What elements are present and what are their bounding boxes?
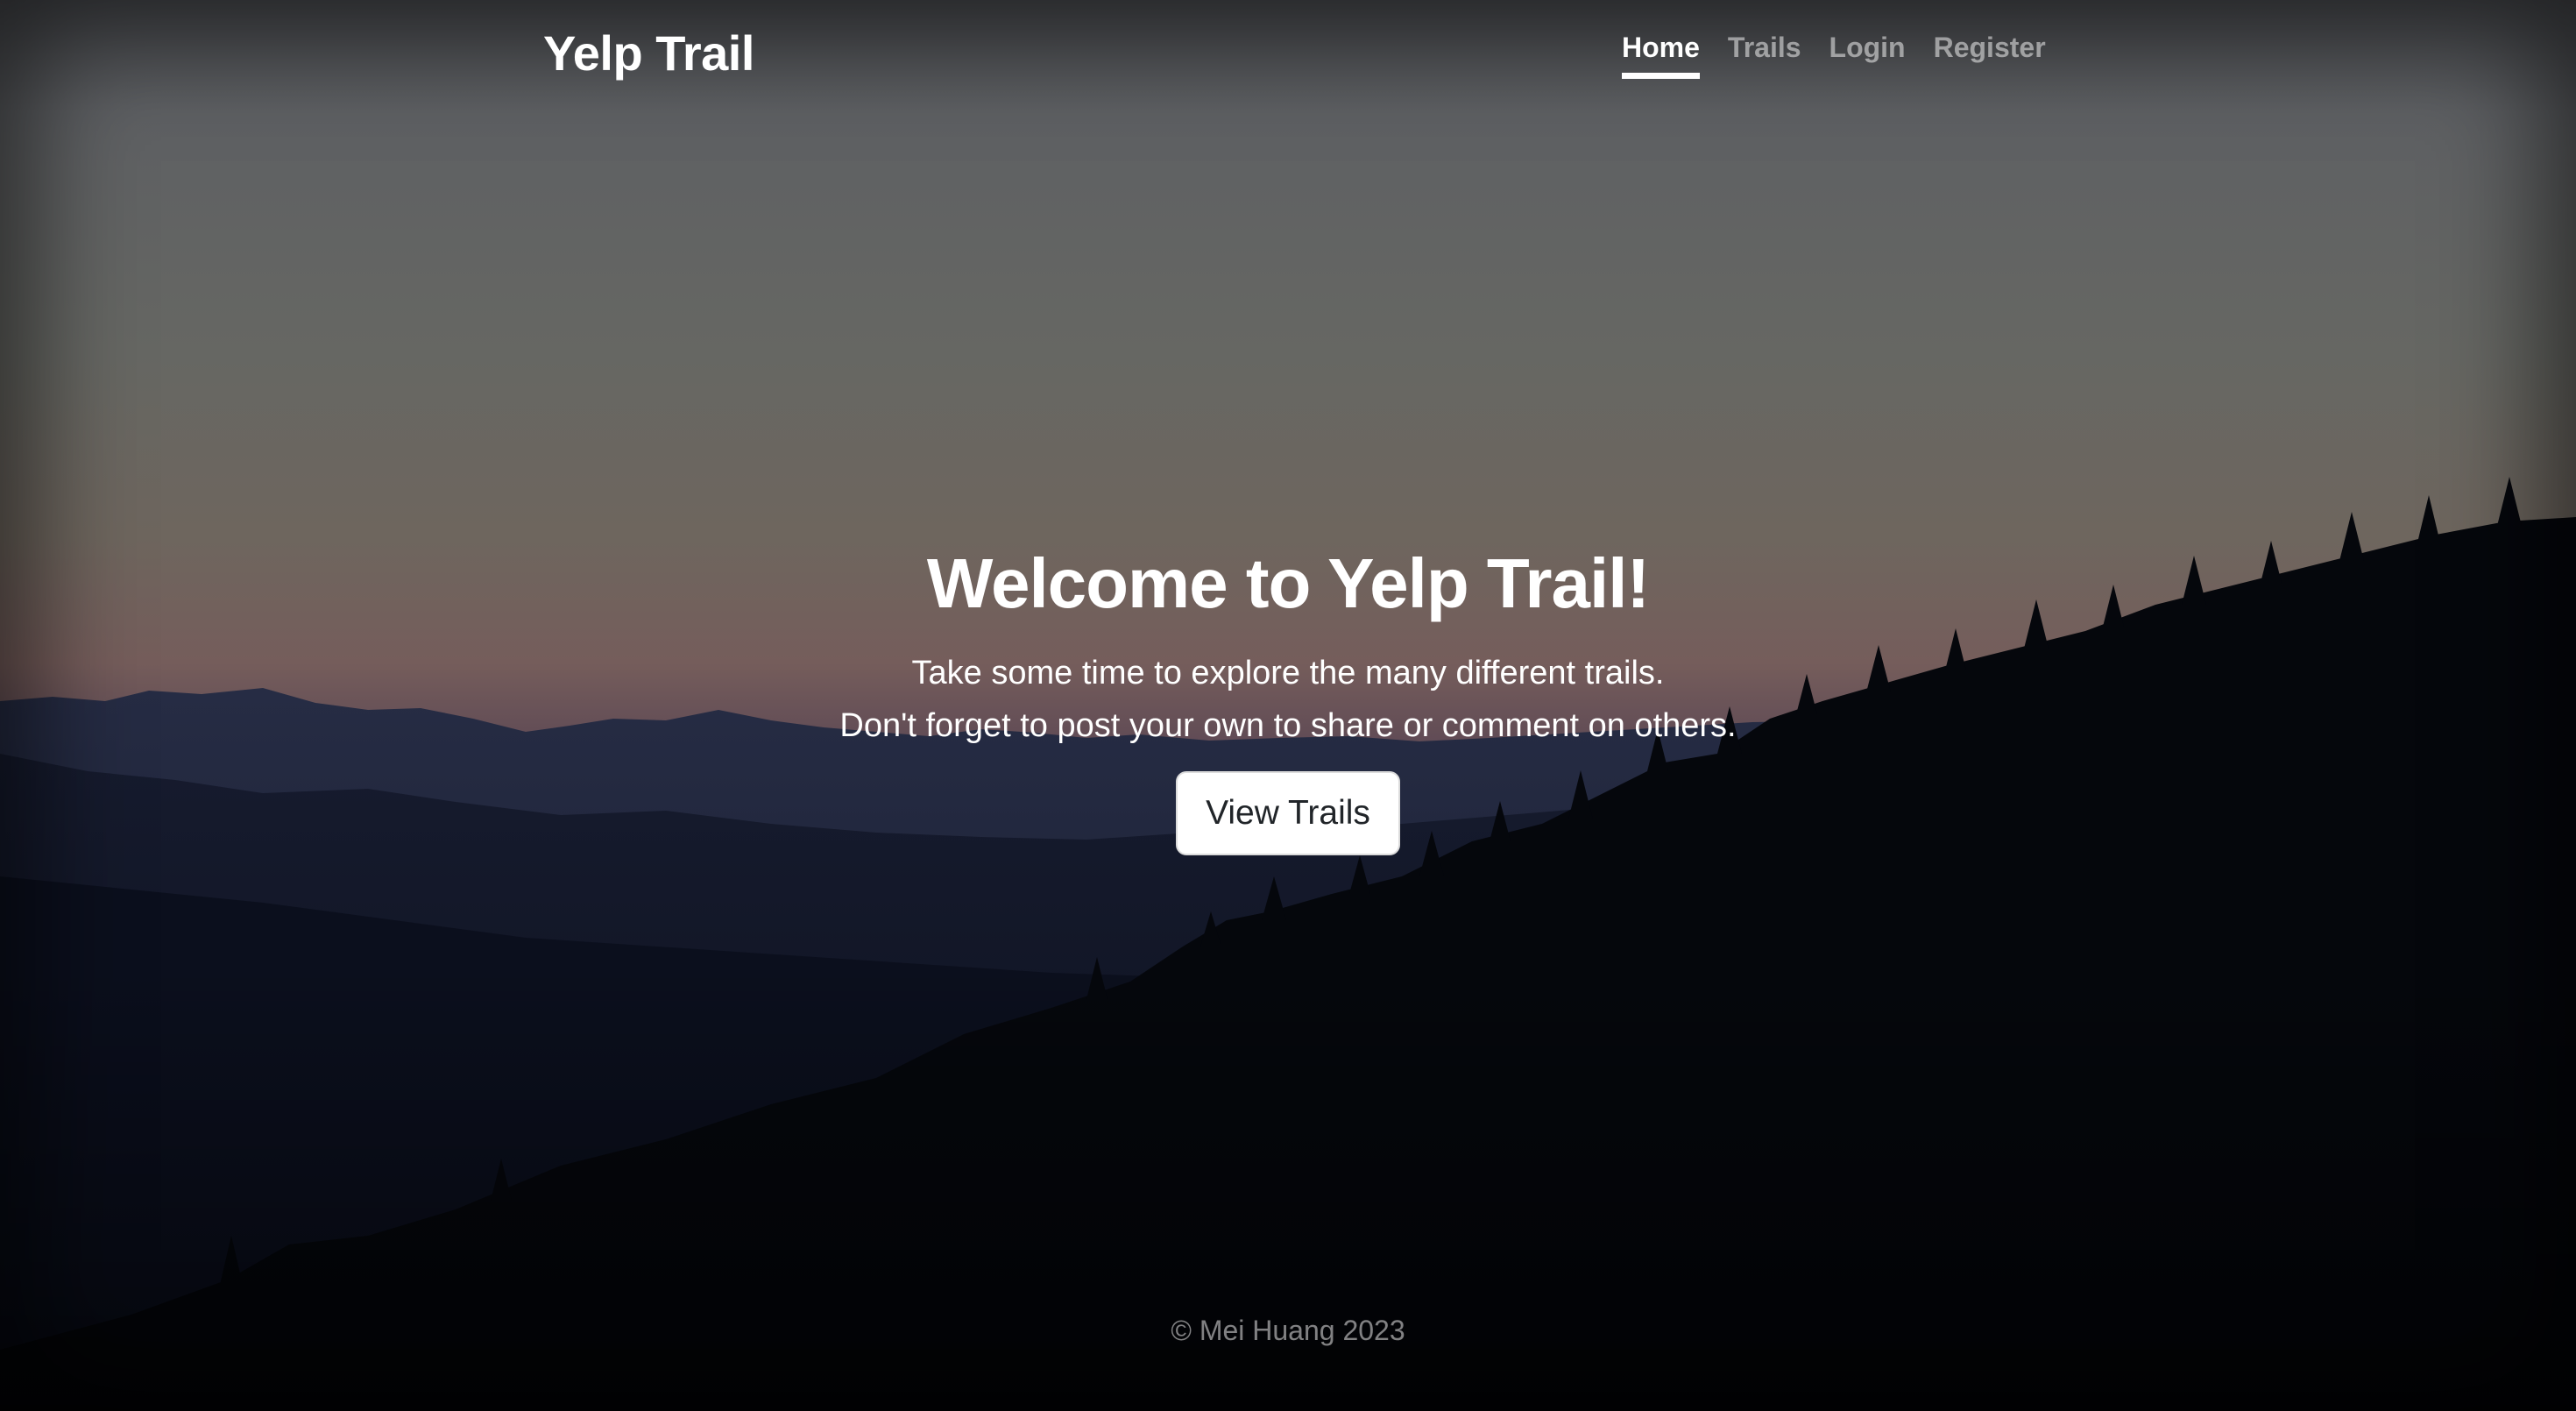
nav-register[interactable]: Register xyxy=(1934,32,2046,79)
main-nav: Home Trails Login Register xyxy=(1622,32,2046,79)
hero-lead-line-1: Take some time to explore the many diffe… xyxy=(911,655,1665,691)
hero-section: Welcome to Yelp Trail! Take some time to… xyxy=(0,543,2576,855)
hero-lead: Take some time to explore the many diffe… xyxy=(0,647,2576,752)
view-trails-button[interactable]: View Trails xyxy=(1176,771,1400,855)
hero-lead-line-2: Don't forget to post your own to share o… xyxy=(839,707,1737,744)
brand-logo[interactable]: Yelp Trail xyxy=(543,25,754,82)
nav-trails[interactable]: Trails xyxy=(1728,32,1801,79)
page: Yelp Trail Home Trails Login Register We… xyxy=(0,0,2576,1411)
nav-home[interactable]: Home xyxy=(1622,32,1700,79)
hero-title: Welcome to Yelp Trail! xyxy=(926,544,1650,622)
footer-copyright: © Mei Huang 2023 xyxy=(1171,1315,1405,1346)
nav-login[interactable]: Login xyxy=(1829,32,1906,79)
